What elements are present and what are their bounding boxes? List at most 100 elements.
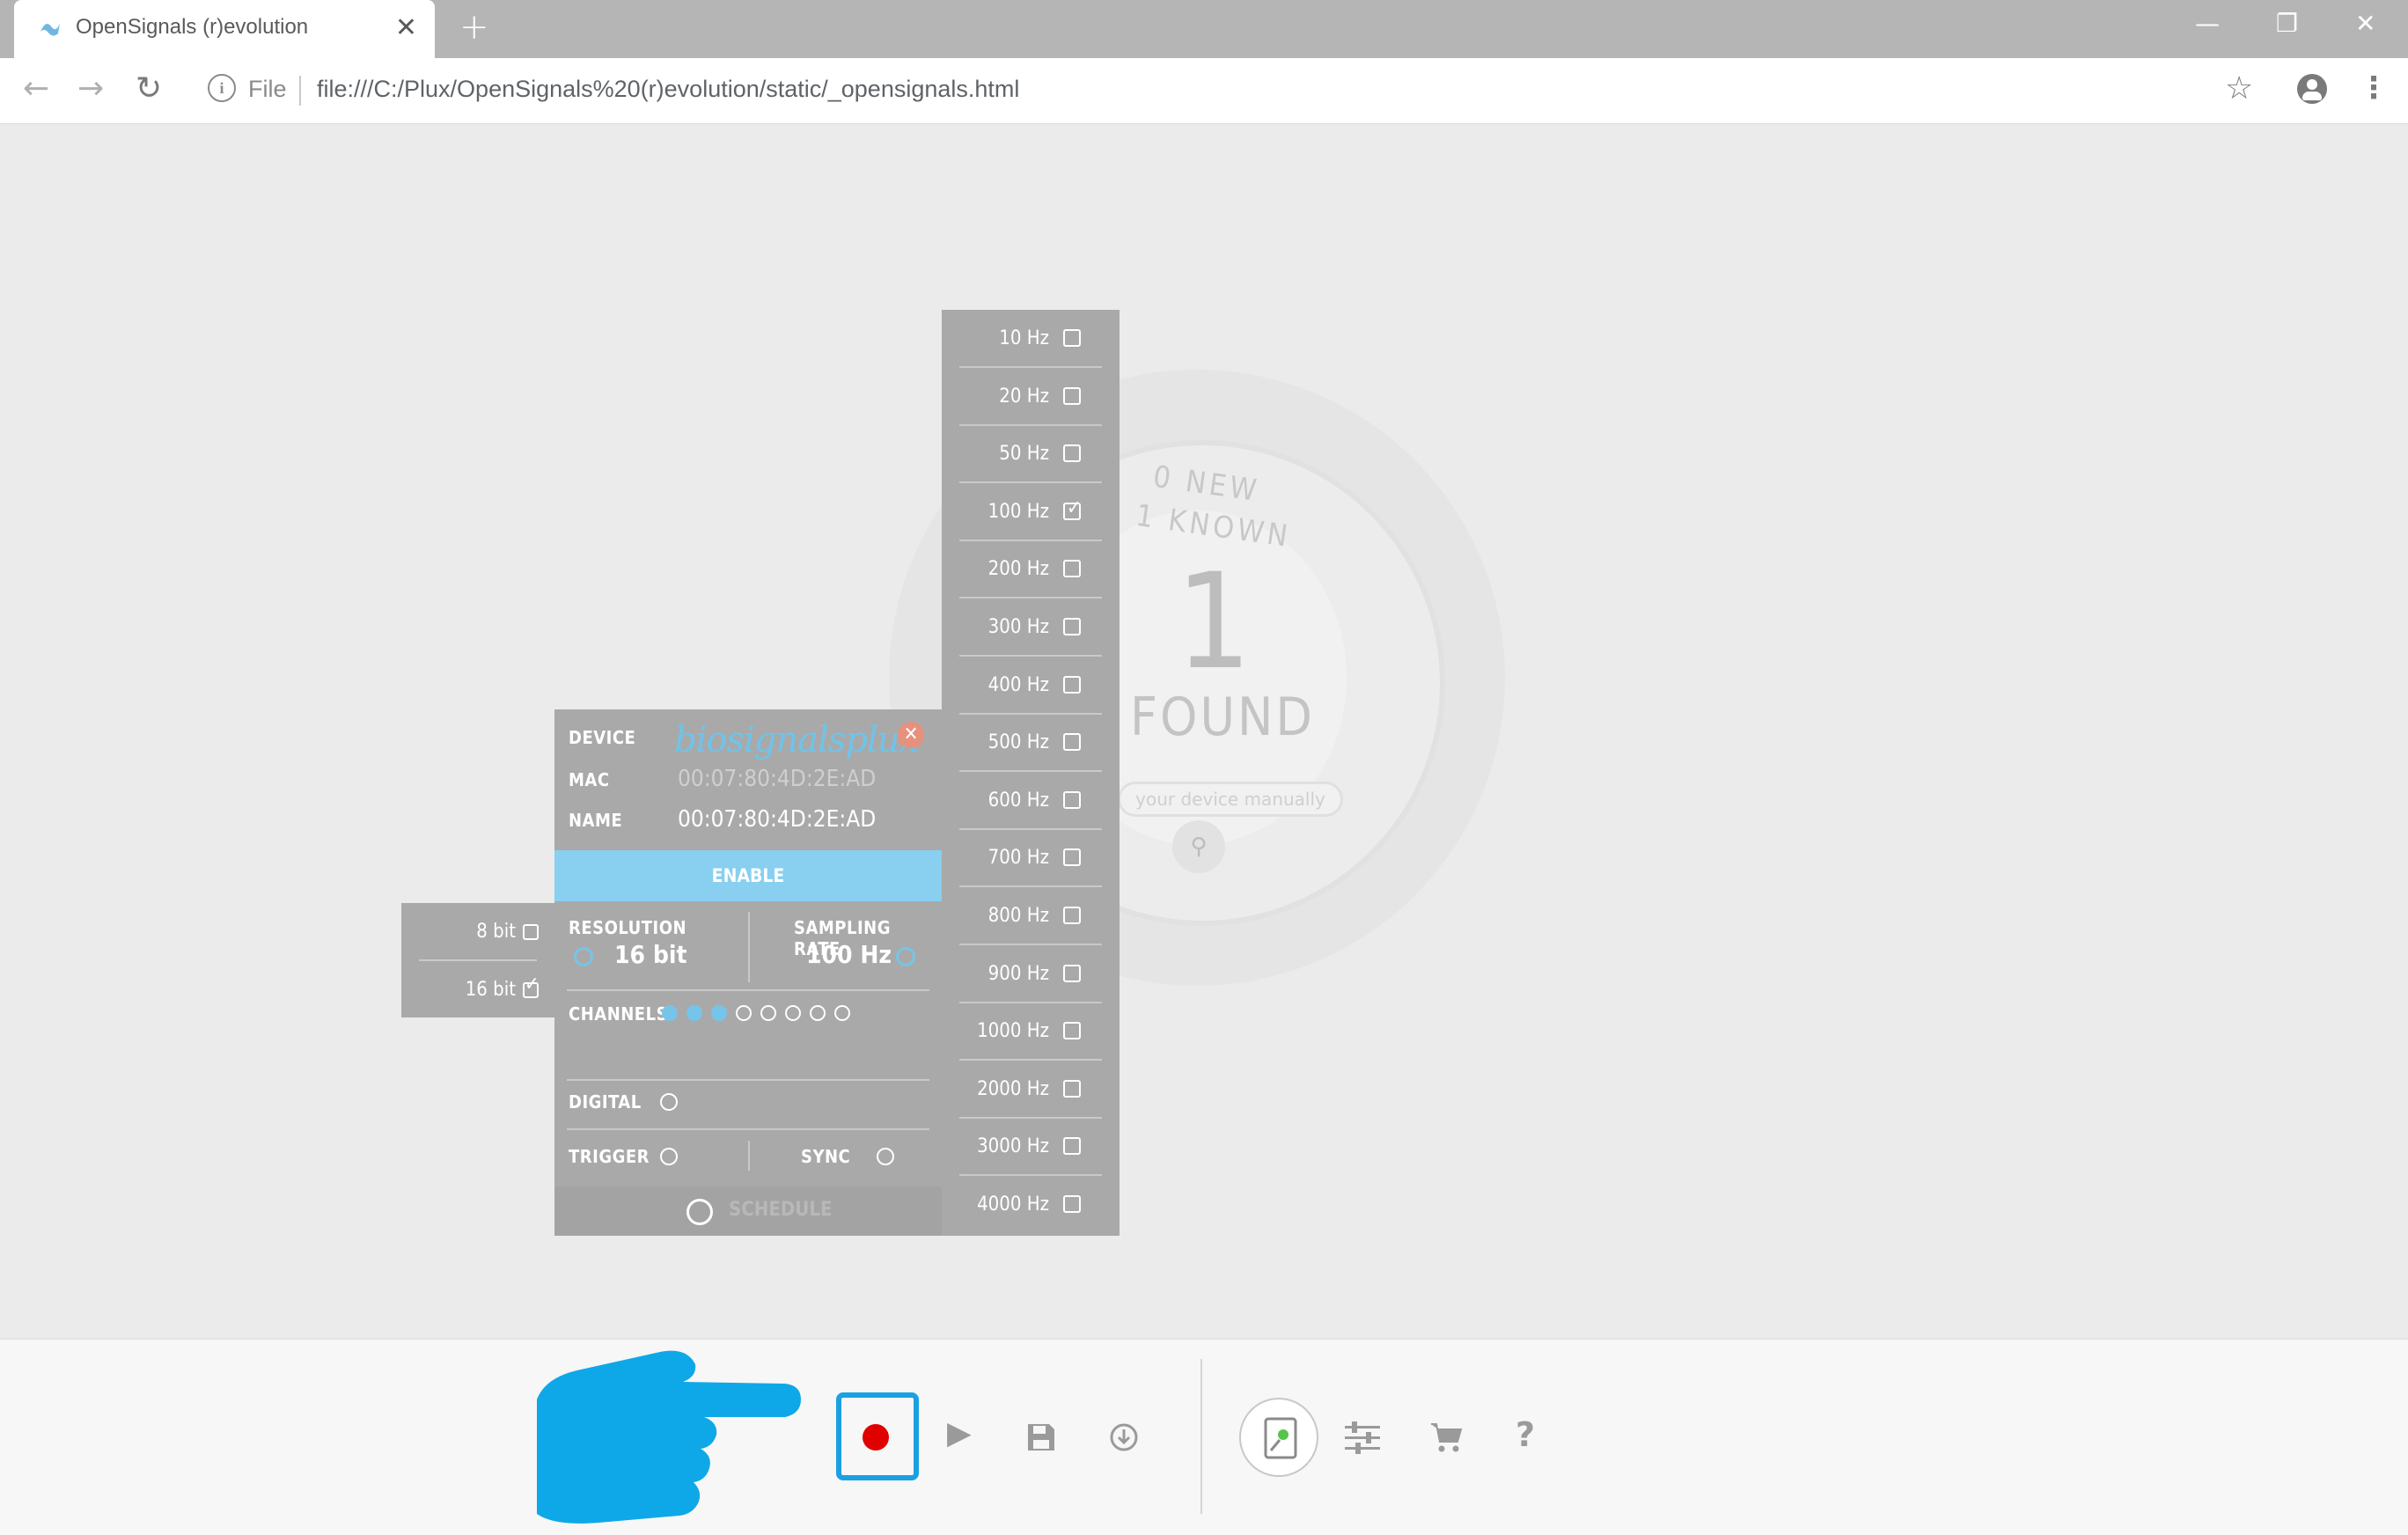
checkbox-icon[interactable] [523, 924, 539, 940]
help-icon[interactable]: ? [1516, 1415, 1535, 1454]
checked-checkbox-icon[interactable]: ✓ [523, 973, 540, 998]
checkbox-icon[interactable] [1063, 1079, 1081, 1098]
back-icon[interactable]: ← [23, 70, 49, 106]
checkbox-icon[interactable] [1063, 1022, 1081, 1040]
channel-toggle-8[interactable] [834, 1005, 850, 1021]
sampling-rate-option[interactable]: 50 Hz [942, 425, 1120, 484]
browser-tab[interactable]: OpenSignals (r)evolution ✕ [14, 0, 435, 58]
settings-sliders-icon[interactable] [1345, 1421, 1380, 1454]
window-close-button[interactable]: ✕ [2355, 9, 2375, 38]
channel-toggle-5[interactable] [760, 1005, 776, 1021]
checkbox-icon[interactable] [1063, 1137, 1081, 1156]
browser-tabbar: OpenSignals (r)evolution ✕ + — ❐ ✕ [0, 0, 2408, 58]
name-value[interactable]: 00:07:80:4D:2E:AD [678, 806, 876, 833]
device-manager-button[interactable] [1239, 1398, 1318, 1477]
resolution-option-label: 8 bit [476, 921, 516, 943]
sampling-rate-option-label: 10 Hz [999, 327, 1049, 349]
play-icon[interactable]: ▶ [947, 1415, 972, 1451]
sync-toggle[interactable] [877, 1148, 894, 1165]
checkbox-icon[interactable] [1063, 329, 1081, 347]
bottom-toolbar [0, 1338, 2408, 1535]
sampling-rate-option[interactable]: 900 Hz [942, 945, 1120, 1003]
bookmark-star-icon[interactable]: ☆ [2225, 70, 2253, 106]
channel-toggle-4[interactable] [736, 1005, 752, 1021]
menu-icon[interactable]: ⋮ [2359, 70, 2389, 106]
sampling-rate-option-label: 400 Hz [987, 673, 1049, 696]
restore-button[interactable]: ❐ [2276, 9, 2298, 38]
sampling-rate-option[interactable]: 4000 Hz [942, 1176, 1120, 1234]
device-label: DEVICE [569, 727, 636, 748]
found-count: 1 [1176, 546, 1252, 699]
channel-toggle-7[interactable] [810, 1005, 826, 1021]
sampling-rate-option[interactable]: 3000 Hz [942, 1118, 1120, 1177]
checked-checkbox-icon[interactable]: ✓ [1063, 497, 1082, 520]
sampling-rate-option[interactable]: 10 Hz [942, 310, 1120, 368]
download-icon[interactable] [1109, 1422, 1139, 1452]
new-tab-button[interactable]: + [459, 7, 489, 48]
found-label: FOUND [1130, 687, 1315, 748]
checkbox-icon[interactable] [1063, 848, 1081, 867]
sampling-rate-option-label: 700 Hz [987, 847, 1049, 870]
checkbox-icon[interactable] [1063, 618, 1081, 635]
url-text[interactable]: file:///C:/Plux/OpenSignals%20(r)evoluti… [317, 76, 1019, 103]
checkbox-icon[interactable] [1063, 733, 1081, 752]
channel-toggle-6[interactable] [785, 1005, 801, 1021]
tab-close-icon[interactable]: ✕ [395, 12, 417, 43]
resolution-value[interactable]: 16 bit [614, 940, 687, 969]
checkbox-icon[interactable] [1063, 675, 1081, 694]
checkbox-icon[interactable] [1063, 964, 1081, 982]
checkbox-icon[interactable] [1063, 560, 1081, 578]
resolution-dropdown: 8 bit 16 bit ✓ [401, 903, 554, 1017]
url-field[interactable]: i File file:///C:/Plux/OpenSignals%20(r)… [190, 67, 2246, 114]
channel-toggle-3[interactable] [711, 1005, 727, 1021]
sampling-rate-option-label: 800 Hz [987, 905, 1049, 927]
name-label: NAME [569, 810, 623, 831]
sampling-rate-option[interactable]: 800 Hz [942, 887, 1120, 945]
sampling-rate-option-label: 900 Hz [987, 962, 1049, 985]
record-button[interactable] [836, 1392, 919, 1480]
sampling-rate-dropdown: 10 Hz 20 Hz 50 Hz 100 Hz ✓ 200 Hz 300 Hz 400 Hz… [942, 310, 1120, 1236]
checkbox-icon[interactable] [1063, 386, 1081, 405]
pointing-hand-icon [537, 1350, 801, 1524]
minimize-button[interactable]: — [2195, 9, 2220, 38]
sampling-rate-option[interactable]: 600 Hz [942, 772, 1120, 830]
save-icon[interactable] [1026, 1422, 1056, 1452]
channel-toggle-1[interactable] [662, 1005, 678, 1021]
sampling-rate-option[interactable]: 20 Hz [942, 368, 1120, 426]
sampling-rate-option-label: 600 Hz [987, 789, 1049, 812]
info-icon[interactable]: i [208, 74, 236, 102]
digital-toggle[interactable] [660, 1093, 678, 1111]
sampling-rate-option[interactable]: 400 Hz [942, 657, 1120, 715]
sampling-rate-option[interactable]: 200 Hz [942, 540, 1120, 599]
checkbox-icon[interactable] [1063, 907, 1081, 924]
checkbox-icon[interactable] [1063, 1195, 1081, 1213]
enable-button[interactable]: ENABLE [554, 850, 942, 901]
divider [567, 989, 929, 991]
channel-toggle-2[interactable] [686, 1005, 702, 1021]
sampling-rate-value[interactable]: 100 Hz [806, 940, 892, 969]
sampling-rate-option[interactable]: 100 Hz ✓ [942, 483, 1120, 541]
sampling-rate-option[interactable]: 500 Hz [942, 714, 1120, 773]
forward-icon[interactable]: → [77, 70, 104, 106]
resolution-option-label: 16 bit [465, 979, 516, 1001]
sampling-rate-option-label: 500 Hz [987, 731, 1049, 754]
sampling-rate-option[interactable]: 300 Hz [942, 599, 1120, 657]
schedule-button[interactable]: SCHEDULE [554, 1186, 942, 1236]
sampling-rate-option[interactable]: 700 Hz [942, 829, 1120, 888]
divider [419, 959, 537, 961]
trigger-toggle[interactable] [660, 1148, 678, 1165]
account-icon[interactable] [2297, 74, 2327, 104]
checkbox-icon[interactable] [1063, 444, 1081, 463]
sampling-rate-option-label: 20 Hz [999, 385, 1049, 408]
schedule-label: SCHEDULE [729, 1199, 833, 1221]
cart-icon[interactable] [1429, 1421, 1463, 1454]
sampling-rate-option[interactable]: 1000 Hz [942, 1003, 1120, 1061]
search-icon[interactable]: ⚲ [1172, 820, 1225, 873]
sampling-rate-option-label: 2000 Hz [977, 1077, 1049, 1100]
manual-device-input[interactable]: your device manually [1118, 782, 1343, 817]
sampling-rate-option[interactable]: 2000 Hz [942, 1061, 1120, 1119]
close-panel-icon[interactable]: ✕ [898, 722, 924, 748]
reload-icon[interactable]: ↻ [136, 70, 162, 106]
checkbox-icon[interactable] [1063, 790, 1081, 809]
divider [567, 1128, 929, 1130]
